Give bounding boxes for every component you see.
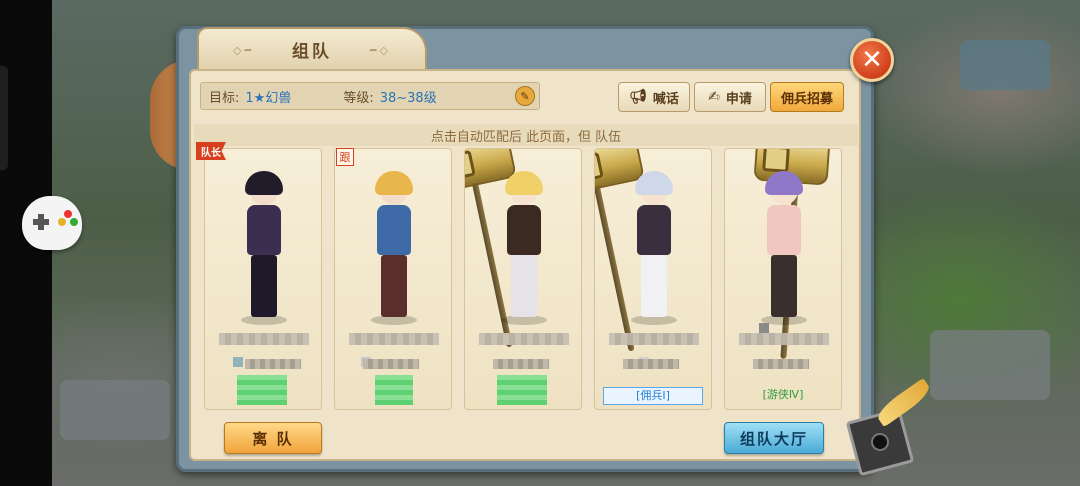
character-stage xyxy=(205,149,321,329)
member-name-blurred xyxy=(349,333,439,345)
sprite-body xyxy=(767,205,801,255)
member-info-blurred xyxy=(363,359,419,369)
sprite-legs xyxy=(381,255,407,317)
ornament-icon: ◇━ xyxy=(233,44,255,57)
sprite-hair xyxy=(245,171,283,195)
level-label: 等级: xyxy=(343,90,374,106)
button-dot-icon xyxy=(70,218,78,226)
leave-team-label: 离 队 xyxy=(252,429,294,448)
member-card-5[interactable]: [游侠Ⅳ] xyxy=(724,148,842,410)
leader-badge: 队长 xyxy=(196,142,226,160)
target-label: 目标: xyxy=(209,90,240,106)
background-stone xyxy=(930,330,1050,400)
device-notch xyxy=(0,66,8,170)
megaphone-icon: 📢︎ xyxy=(629,89,647,105)
member-tag: [佣兵Ⅰ] xyxy=(603,387,703,405)
pixel-block xyxy=(759,323,769,333)
sprite-hair xyxy=(765,171,803,195)
sprite-hair xyxy=(375,171,413,195)
character-stage xyxy=(595,149,711,352)
recruit-button[interactable]: 佣兵招募 xyxy=(770,82,844,112)
member-card-1[interactable] xyxy=(204,148,322,410)
notice-text: 点击自动匹配后 此页面，但 队伍 xyxy=(430,129,622,145)
character-sprite xyxy=(759,171,809,325)
button-dot-icon xyxy=(64,210,72,218)
member-name-blurred xyxy=(739,333,829,345)
member-name-blurred xyxy=(219,333,309,345)
follow-badge: 跟 xyxy=(336,148,354,166)
member-name-blurred xyxy=(479,333,569,345)
team-target-bar: 目标: 1★幻兽 等级: 38~38级 ✎ xyxy=(200,82,540,110)
pixel-block xyxy=(233,357,243,367)
member-info-blurred xyxy=(623,359,679,369)
member-card-4[interactable]: [佣兵Ⅰ] xyxy=(594,148,712,410)
hammer-glyph-icon xyxy=(595,151,604,183)
button-dot-icon xyxy=(58,218,66,226)
character-sprite xyxy=(629,171,679,325)
character-sprite xyxy=(369,171,419,325)
character-sprite xyxy=(499,171,549,325)
close-icon: ✕ xyxy=(861,45,883,75)
member-info-blurred xyxy=(753,359,809,369)
background-rock xyxy=(960,40,1050,90)
target-value: 1★幻兽 xyxy=(245,90,292,106)
sprite-body xyxy=(247,205,281,255)
hammer-glyph-icon xyxy=(762,149,790,173)
member-tag: [游侠Ⅳ] xyxy=(762,388,804,401)
member-tag xyxy=(213,387,313,405)
hammer-glyph-icon xyxy=(465,149,476,181)
panel-title-tab: ◇━ 组队 ━◇ xyxy=(197,27,427,69)
sprite-legs xyxy=(771,255,797,317)
apply-button[interactable]: ✍︎ 申请 xyxy=(694,82,766,112)
sprite-legs xyxy=(641,255,667,317)
auto-match-notice: 点击自动匹配后 此页面，但 队伍 xyxy=(194,124,858,146)
member-card-2[interactable] xyxy=(334,148,452,410)
shout-button-label: 喊话 xyxy=(652,91,679,107)
member-tag xyxy=(343,387,443,405)
shout-button[interactable]: 📢︎ 喊话 xyxy=(618,82,690,112)
member-tag xyxy=(473,387,573,405)
close-button[interactable]: ✕ xyxy=(850,38,894,82)
team-hall-label: 组队大厅 xyxy=(739,429,808,448)
character-stage xyxy=(465,149,581,348)
character-stage xyxy=(725,149,841,359)
sprite-hair xyxy=(505,171,543,195)
sprite-legs xyxy=(511,255,537,317)
background-stone xyxy=(60,380,170,440)
character-sprite xyxy=(239,171,289,325)
member-info-blurred xyxy=(245,359,301,369)
edit-target-icon[interactable]: ✎ xyxy=(515,86,535,106)
character-stage xyxy=(335,149,451,329)
apply-icon: ✍︎ xyxy=(708,89,720,105)
panel-title: 组队 xyxy=(292,41,332,62)
sprite-hair xyxy=(635,171,673,195)
member-name-blurred xyxy=(609,333,699,345)
member-card-3[interactable] xyxy=(464,148,582,410)
sprite-body xyxy=(637,205,671,255)
team-hall-button[interactable]: 组队大厅 xyxy=(724,422,824,454)
apply-button-label: 申请 xyxy=(725,91,752,107)
sprite-legs xyxy=(251,255,277,317)
sprite-body xyxy=(377,205,411,255)
ornament-icon: ━◇ xyxy=(369,44,391,57)
member-info-blurred xyxy=(493,359,549,369)
inkwell-icon xyxy=(868,430,892,454)
sprite-body xyxy=(507,205,541,255)
dpad-icon xyxy=(33,214,49,230)
level-value: 38~38级 xyxy=(379,90,437,106)
leave-team-button[interactable]: 离 队 xyxy=(224,422,322,454)
gamepad-icon[interactable] xyxy=(22,196,82,250)
recruit-button-label: 佣兵招募 xyxy=(780,91,833,107)
